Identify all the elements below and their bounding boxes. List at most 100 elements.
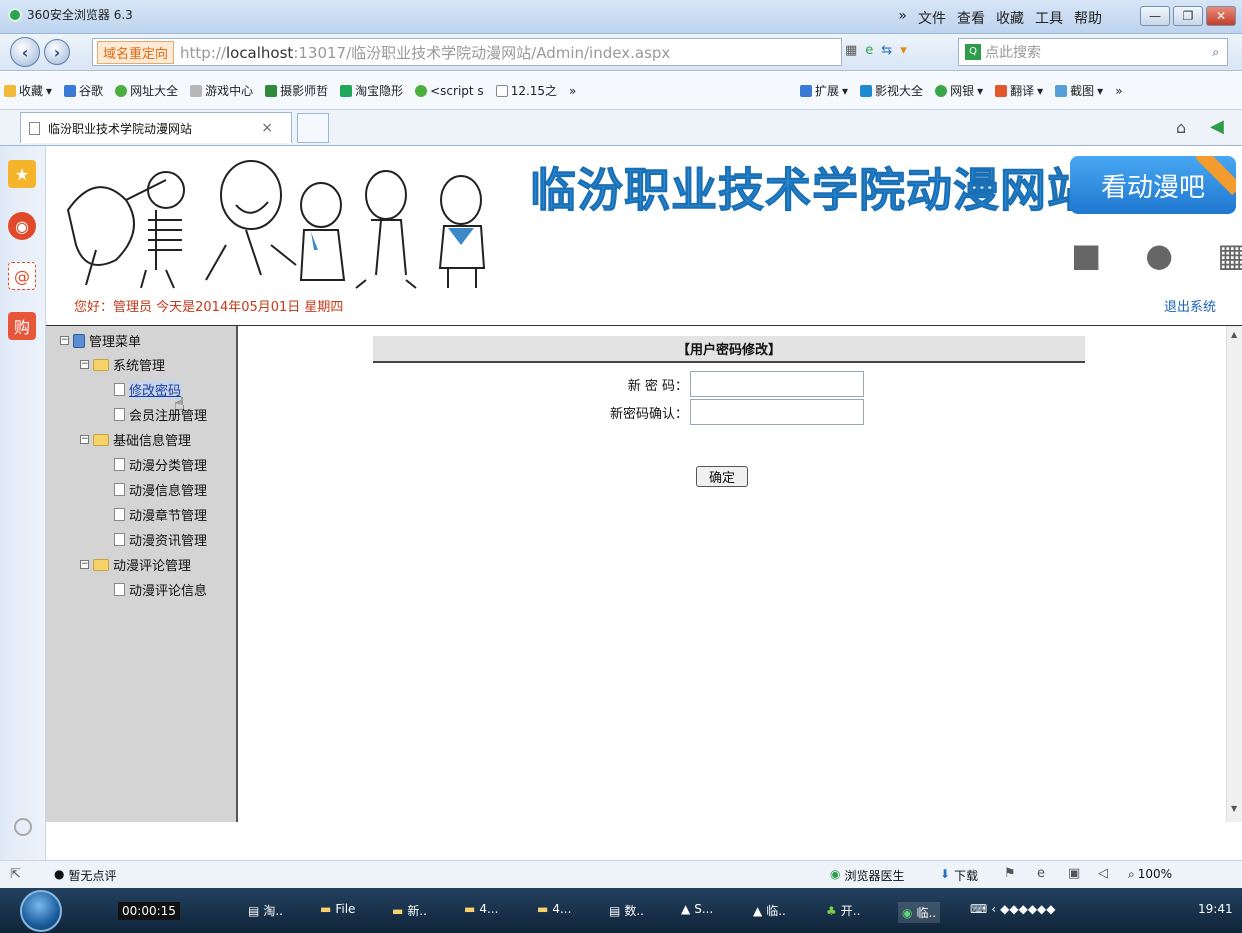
confirm-password-input[interactable] xyxy=(690,399,864,425)
taskbar-item[interactable]: ▤ 淘.. xyxy=(248,902,283,919)
mail-icon[interactable]: @ xyxy=(8,262,36,290)
scroll-down-icon[interactable]: ▼ xyxy=(1231,804,1237,813)
redirect-badge[interactable]: 域名重定向 xyxy=(97,40,175,64)
bookmark-favorites[interactable]: 收藏 ▾ xyxy=(4,82,52,99)
menu-more[interactable]: » xyxy=(898,8,907,28)
extensions-button[interactable]: 扩展 ▾ xyxy=(800,82,848,99)
bookmark-games[interactable]: 游戏中心 xyxy=(190,82,253,99)
tray-expand-icon[interactable]: ‹ xyxy=(991,902,996,916)
video-button[interactable]: 影视大全 xyxy=(860,82,923,99)
taskbar-item[interactable]: ▲ S... xyxy=(681,902,713,916)
new-tab-button[interactable] xyxy=(297,113,329,143)
menu-tools[interactable]: 工具 xyxy=(1035,8,1063,28)
bookmark-script[interactable]: <script s xyxy=(415,82,484,99)
menu-help[interactable]: 帮助 xyxy=(1074,8,1102,28)
speed-icon[interactable]: ⇆ xyxy=(881,43,892,58)
back-button[interactable]: ‹ xyxy=(10,37,40,67)
ad-block-icon[interactable]: ⚑ xyxy=(1004,866,1016,881)
forward-button[interactable]: › xyxy=(44,39,70,65)
tray-icons[interactable]: ◆◆◆◆◆◆ xyxy=(1000,902,1055,916)
weibo-icon[interactable]: ◉ xyxy=(8,212,36,240)
tab-active[interactable]: 临汾职业技术学院动漫网站 × xyxy=(20,112,292,143)
ie-icon[interactable]: e xyxy=(1037,866,1045,881)
tree-item-anime-category[interactable]: 动漫分类管理 xyxy=(114,455,207,474)
search-input[interactable]: 点此搜索 xyxy=(985,42,1041,62)
collapse-icon[interactable]: − xyxy=(80,560,89,569)
android-icon[interactable]: ■ xyxy=(1071,236,1101,274)
bookmark-google[interactable]: 谷歌 xyxy=(64,82,103,99)
vertical-scrollbar[interactable]: ▲ ▼ xyxy=(1226,326,1242,822)
taskbar-item[interactable]: ▬ File xyxy=(320,902,355,916)
menu-file[interactable]: 文件 xyxy=(918,8,946,28)
start-button[interactable] xyxy=(20,890,62,932)
search-icon[interactable]: ⌕ xyxy=(1212,45,1219,60)
tree-group-system[interactable]: − 系统管理 xyxy=(80,355,165,374)
collapse-icon[interactable]: − xyxy=(80,435,89,444)
folder-icon: ▬ xyxy=(537,902,549,916)
download-button[interactable]: ⬇ 下载 xyxy=(940,867,978,884)
tree-group-comments[interactable]: − 动漫评论管理 xyxy=(80,555,191,574)
tree-root[interactable]: − 管理菜单 xyxy=(60,331,141,350)
tab-close-button[interactable]: × xyxy=(261,120,273,136)
tree-item-anime-comments[interactable]: 动漫评论信息 xyxy=(114,580,207,599)
apple-icon[interactable]: ● xyxy=(1145,236,1173,274)
ie-mode-icon[interactable]: e xyxy=(865,43,873,58)
bookmarks-more[interactable]: » xyxy=(569,82,576,99)
collapse-icon[interactable]: − xyxy=(60,336,69,345)
windows-icon[interactable]: ▦ xyxy=(1217,236,1242,274)
url-text[interactable]: http://localhost:13017/临汾职业技术学院动漫网站/Admi… xyxy=(180,42,670,63)
shopping-icon[interactable]: 购 xyxy=(8,312,36,340)
taskbar-item-active[interactable]: ◉ 临.. xyxy=(898,902,941,923)
computer-icon xyxy=(73,333,85,348)
bookmark-hao[interactable]: 网址大全 xyxy=(115,82,178,99)
translate-button[interactable]: 翻译 ▾ xyxy=(995,82,1043,99)
bookmark-photo[interactable]: 摄影师哲 xyxy=(265,82,328,99)
taskbar-item[interactable]: ▬ 4... xyxy=(464,902,498,916)
bookmark-1215[interactable]: 12.15之 xyxy=(495,82,557,99)
menu-view[interactable]: 查看 xyxy=(957,8,985,28)
tree-item-change-password[interactable]: 修改密码 xyxy=(114,380,182,399)
maximize-button[interactable]: ❐ xyxy=(1173,6,1203,26)
tree-item-anime-info[interactable]: 动漫信息管理 xyxy=(114,480,207,499)
new-password-row: 新 密 码： xyxy=(558,371,864,397)
zoom-control[interactable]: ⌕ 100% xyxy=(1128,867,1172,882)
search-box[interactable]: Q 点此搜索 ⌕ xyxy=(958,38,1228,66)
clock[interactable]: 19:41 xyxy=(1198,902,1233,916)
comment-status[interactable]: ● 暂无点评 xyxy=(54,867,117,884)
taskbar-item[interactable]: ▬ 新.. xyxy=(392,902,427,919)
sound-icon[interactable]: ◁ xyxy=(1098,866,1108,881)
home-icon[interactable]: ⌂ xyxy=(1176,118,1186,137)
new-password-input[interactable] xyxy=(690,371,864,397)
close-button[interactable]: ✕ xyxy=(1206,6,1236,26)
qrcode-icon[interactable]: ▦ xyxy=(845,43,857,58)
site-header: 临汾职业技术学院动漫网站 看动漫吧 ■ ● ▦ 您好：管理员 今天是2014年0… xyxy=(46,146,1242,326)
scroll-up-icon[interactable]: ▲ xyxy=(1231,330,1237,339)
address-bar[interactable]: 域名重定向 http://localhost:13017/临汾职业技术学院动漫网… xyxy=(92,38,842,66)
taskbar-item[interactable]: ▲ 临.. xyxy=(753,902,786,919)
bank-button[interactable]: 网银 ▾ xyxy=(935,82,983,99)
toolbar-more[interactable]: » xyxy=(1115,82,1122,99)
tree-group-basic-info[interactable]: − 基础信息管理 xyxy=(80,430,191,449)
bookmark-taobao[interactable]: 淘宝隐形 xyxy=(340,82,403,99)
tree-item-member-registration[interactable]: 会员注册管理 xyxy=(114,405,207,424)
favorites-star-icon[interactable]: ★ xyxy=(8,160,36,188)
keyboard-icon[interactable]: ⌨ xyxy=(970,902,987,916)
tree-item-anime-chapter[interactable]: 动漫章节管理 xyxy=(114,505,207,524)
screenshot-button[interactable]: 截图 ▾ xyxy=(1055,82,1103,99)
taskbar-item[interactable]: ▤ 数.. xyxy=(609,902,644,919)
sidebar-toggle-icon[interactable]: ⇱ xyxy=(10,867,21,882)
minimize-button[interactable]: — xyxy=(1140,6,1170,26)
submit-button[interactable]: 确定 xyxy=(696,466,748,487)
settings-icon[interactable] xyxy=(14,818,32,836)
taskbar-item[interactable]: ▬ 4... xyxy=(537,902,571,916)
taskbar-item[interactable]: ♣ 开.. xyxy=(826,902,860,919)
window-icon[interactable]: ▣ xyxy=(1068,866,1080,881)
dropdown-icon[interactable]: ▾ xyxy=(900,43,907,58)
undo-icon[interactable]: ◀ xyxy=(1210,116,1224,137)
browser-doctor-button[interactable]: ◉ 浏览器医生 xyxy=(830,867,905,884)
collapse-icon[interactable]: − xyxy=(80,360,89,369)
logout-link[interactable]: 退出系统 xyxy=(1164,296,1216,315)
menu-favorites[interactable]: 收藏 xyxy=(996,8,1024,28)
tree-item-anime-news[interactable]: 动漫资讯管理 xyxy=(114,530,207,549)
search-engine-icon[interactable]: Q xyxy=(965,44,981,60)
